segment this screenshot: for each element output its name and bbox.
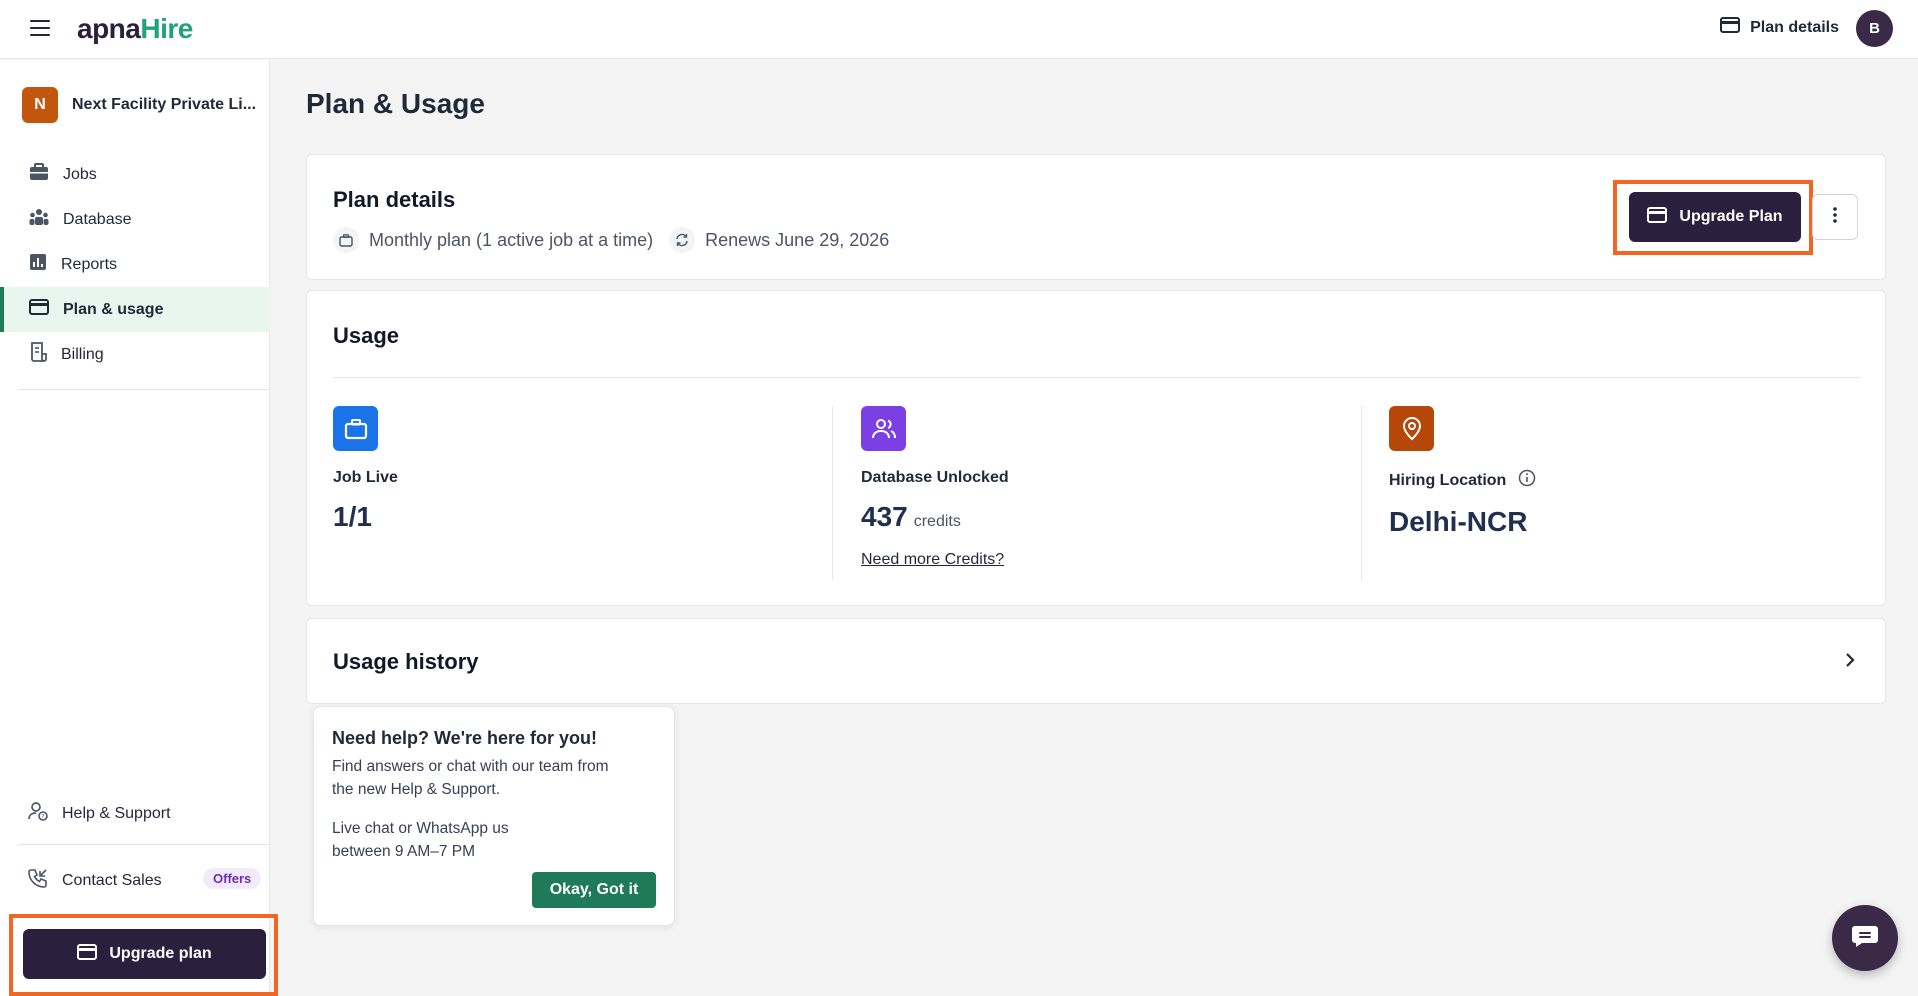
offers-badge: Offers xyxy=(203,868,262,889)
plan-details-label: Plan details xyxy=(1750,18,1839,36)
upgrade-plan-button[interactable]: Upgrade Plan xyxy=(1629,192,1801,242)
metric-divider xyxy=(832,406,833,580)
metric-label: Hiring Location xyxy=(1389,469,1536,492)
sidebar-item-label: Database xyxy=(63,210,132,228)
company-switcher[interactable]: N Next Facility Private Li... xyxy=(22,87,256,123)
chevron-right-icon xyxy=(1845,652,1855,673)
plan-card-title: Plan details xyxy=(333,187,456,212)
chat-bubble-icon xyxy=(1851,924,1879,953)
info-icon[interactable] xyxy=(1518,469,1536,492)
chat-button[interactable] xyxy=(1832,905,1898,971)
sidebar: N Next Facility Private Li... Jobs Datab… xyxy=(0,60,270,996)
plan-meta: Monthly plan (1 active job at a time) Re… xyxy=(333,227,889,253)
sidebar-item-label: Reports xyxy=(61,255,118,273)
metric-divider xyxy=(1361,406,1362,580)
sidebar-item-reports[interactable]: Reports xyxy=(0,242,270,287)
usage-history-card[interactable]: Usage history xyxy=(306,618,1886,704)
sidebar-item-plan-usage[interactable]: Plan & usage xyxy=(0,287,270,332)
help-support-label: Help & Support xyxy=(62,804,171,822)
sidebar-item-billing[interactable]: Billing xyxy=(0,332,270,377)
more-options-button[interactable] xyxy=(1812,194,1858,240)
need-more-credits-link[interactable]: Need more Credits? xyxy=(861,551,1004,569)
top-plan-details-link[interactable]: Plan details xyxy=(1720,17,1839,38)
usage-history-title: Usage history xyxy=(333,649,479,674)
credit-card-icon xyxy=(29,299,49,320)
metric-label: Database Unlocked xyxy=(861,469,1009,486)
page-title: Plan & Usage xyxy=(306,88,485,119)
sidebar-nav: Jobs Database Reports Plan & usage Billi… xyxy=(0,152,270,377)
hamburger-menu-icon[interactable] xyxy=(30,20,50,36)
metric-job-live: Job Live 1/1 xyxy=(333,406,398,533)
help-support-link[interactable]: ? Help & Support xyxy=(28,801,171,826)
company-name: Next Facility Private Li... xyxy=(72,96,257,113)
usage-divider xyxy=(333,377,1861,378)
sidebar-bottom-divider xyxy=(18,844,270,845)
people-icon xyxy=(29,208,49,231)
people-icon xyxy=(861,406,906,451)
usage-card-title: Usage xyxy=(333,323,400,348)
briefcase-icon xyxy=(29,163,49,186)
sidebar-item-database[interactable]: Database xyxy=(0,197,270,242)
svg-text:?: ? xyxy=(41,814,44,821)
renewal-date: Renews June 29, 2026 xyxy=(705,229,890,250)
top-bar: apnaHire Plan details B xyxy=(0,0,1918,59)
sidebar-item-jobs[interactable]: Jobs xyxy=(0,152,270,197)
briefcase-icon xyxy=(333,406,378,451)
apnahire-logo[interactable]: apnaHire xyxy=(77,13,193,45)
help-popup: Need help? We're here for you! Find answ… xyxy=(313,706,675,926)
phone-icon xyxy=(28,868,48,893)
company-avatar: N xyxy=(22,87,58,123)
metric-database-unlocked: Database Unlocked 437 credits Need more C… xyxy=(861,406,1009,569)
plan-type: Monthly plan (1 active job at a time) xyxy=(369,229,654,250)
credit-card-icon xyxy=(77,943,98,965)
metric-value: Delhi-NCR xyxy=(1389,506,1528,537)
receipt-icon xyxy=(29,342,47,367)
bag-icon xyxy=(333,227,359,253)
metric-value: 1/1 xyxy=(333,501,372,532)
location-pin-icon xyxy=(1389,406,1434,451)
refresh-icon xyxy=(669,227,696,253)
sidebar-upgrade-plan-button[interactable]: Upgrade plan xyxy=(23,929,266,979)
sidebar-item-label: Plan & usage xyxy=(63,300,164,318)
metric-hiring-location: Hiring Location Delhi-NCR xyxy=(1389,406,1536,538)
okay-got-it-button[interactable]: Okay, Got it xyxy=(532,872,656,908)
sidebar-divider xyxy=(18,389,270,390)
sidebar-item-label: Billing xyxy=(61,345,104,363)
user-avatar[interactable]: B xyxy=(1856,10,1893,47)
kebab-menu-icon xyxy=(1833,206,1837,228)
usage-card: Usage Job Live 1/1 Database Unlocked 437… xyxy=(306,290,1886,606)
help-support-icon: ? xyxy=(28,801,48,826)
help-popup-body: Find answers or chat with our team from … xyxy=(332,758,609,798)
metric-label: Job Live xyxy=(333,469,398,486)
contact-sales-link[interactable]: Contact Sales xyxy=(28,868,162,893)
sidebar-item-label: Jobs xyxy=(63,165,97,183)
contact-sales-label: Contact Sales xyxy=(62,871,162,889)
help-popup-title: Need help? We're here for you! xyxy=(332,728,597,748)
credit-card-icon xyxy=(1720,17,1741,38)
credit-card-icon xyxy=(1647,206,1668,228)
metric-unit: credits xyxy=(913,513,961,530)
metric-value: 437 credits xyxy=(861,501,961,532)
bar-chart-icon xyxy=(29,253,47,276)
help-popup-hours: Live chat or WhatsApp us between 9 AM–7 … xyxy=(332,820,509,860)
